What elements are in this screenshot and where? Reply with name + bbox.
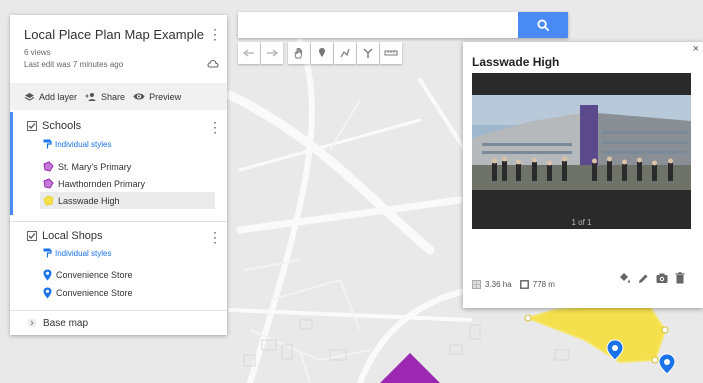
list-item[interactable]: Convenience Store bbox=[43, 266, 216, 283]
base-map-label: Base map bbox=[43, 317, 89, 329]
photo-viewer[interactable]: 1 of 1 bbox=[472, 73, 691, 229]
draw-line-icon bbox=[340, 48, 350, 58]
list-item-label: Lasswade High bbox=[58, 195, 120, 206]
redo-icon bbox=[267, 49, 278, 57]
undo-icon bbox=[243, 49, 254, 57]
individual-styles-link[interactable]: Individual styles bbox=[43, 139, 111, 149]
polygon-icon bbox=[43, 195, 54, 206]
feature-info-card: × Lasswade High 1 of 1 3.36 ha 778 m bbox=[463, 42, 703, 308]
style-bucket-icon[interactable] bbox=[618, 272, 631, 284]
perimeter-icon bbox=[519, 280, 529, 289]
share-button[interactable]: Share bbox=[85, 92, 125, 102]
base-map-toggle[interactable]: Base map bbox=[10, 310, 227, 335]
hand-icon bbox=[294, 48, 303, 59]
polygon-icon bbox=[43, 178, 54, 189]
list-item-label: Convenience Store bbox=[56, 287, 133, 298]
layer-options-icon[interactable]: ⋮ bbox=[208, 230, 222, 244]
view-count: 6 views bbox=[24, 48, 51, 57]
list-item-selected[interactable]: Lasswade High bbox=[40, 192, 215, 209]
preview-button[interactable]: Preview bbox=[133, 92, 181, 102]
layer-local-shops: Local Shops ⋮ Individual styles Convenie… bbox=[10, 221, 227, 307]
edit-pencil-icon[interactable] bbox=[638, 273, 649, 284]
camera-icon[interactable] bbox=[656, 273, 668, 284]
paint-roller-icon bbox=[43, 248, 52, 258]
individual-styles-label: Individual styles bbox=[55, 248, 112, 258]
photo-counter: 1 of 1 bbox=[571, 218, 592, 227]
map-pin-icon bbox=[43, 269, 52, 280]
active-layer-indicator bbox=[10, 112, 13, 215]
add-layer-button[interactable]: Add layer bbox=[24, 92, 77, 102]
search-input[interactable] bbox=[238, 12, 516, 38]
perimeter-value: 778 m bbox=[532, 280, 555, 289]
marker-icon bbox=[319, 48, 325, 57]
individual-styles-label: Individual styles bbox=[55, 139, 112, 149]
map-title[interactable]: Local Place Plan Map Example bbox=[24, 27, 204, 42]
close-icon[interactable]: × bbox=[693, 43, 699, 55]
undo-button[interactable] bbox=[238, 42, 260, 64]
feature-measurements: 3.36 ha 778 m bbox=[472, 280, 555, 289]
layers-icon bbox=[24, 92, 35, 101]
map-toolbar bbox=[238, 42, 403, 64]
card-actions bbox=[618, 272, 685, 284]
area-icon bbox=[472, 280, 481, 289]
map-pin-icon bbox=[43, 287, 52, 298]
list-item-label: Convenience Store bbox=[56, 269, 133, 280]
layer-name: Schools bbox=[42, 120, 82, 132]
polygon-icon bbox=[43, 161, 54, 172]
add-person-icon bbox=[85, 92, 96, 101]
directions-button[interactable] bbox=[357, 42, 379, 64]
eye-icon bbox=[133, 93, 145, 100]
layer-name: Local Shops bbox=[42, 230, 103, 242]
map-actions-bar: Add layer Share Preview bbox=[10, 83, 227, 110]
map-options-icon[interactable]: ⋮ bbox=[208, 27, 222, 41]
add-layer-label: Add layer bbox=[39, 91, 78, 102]
last-edit-text: Last edit was 7 minutes ago bbox=[24, 60, 124, 69]
paint-roller-icon bbox=[43, 139, 52, 149]
pan-hand-button[interactable] bbox=[288, 42, 310, 64]
expand-arrow-icon bbox=[27, 318, 37, 328]
add-marker-button[interactable] bbox=[311, 42, 333, 64]
directions-icon bbox=[363, 48, 373, 58]
layer-header[interactable]: Local Shops bbox=[27, 230, 103, 242]
search-bar bbox=[238, 12, 568, 38]
delete-trash-icon[interactable] bbox=[675, 272, 685, 284]
list-item-label: Hawthornden Primary bbox=[58, 178, 146, 189]
cloud-saved-icon bbox=[207, 59, 219, 68]
individual-styles-link[interactable]: Individual styles bbox=[43, 248, 111, 258]
feature-title: Lasswade High bbox=[472, 55, 560, 69]
list-item[interactable]: St. Mary's Primary bbox=[43, 158, 216, 175]
list-item[interactable]: Convenience Store bbox=[43, 284, 216, 301]
draw-line-button[interactable] bbox=[334, 42, 356, 64]
area-value: 3.36 ha bbox=[485, 280, 512, 289]
map-legend-panel: Local Place Plan Map Example ⋮ 6 views L… bbox=[10, 15, 227, 335]
preview-label: Preview bbox=[149, 91, 182, 102]
list-item[interactable]: Hawthornden Primary bbox=[43, 175, 216, 192]
school-photo bbox=[472, 73, 691, 213]
layer-header[interactable]: Schools bbox=[27, 120, 81, 132]
layer-options-icon[interactable]: ⋮ bbox=[208, 120, 222, 134]
search-button[interactable] bbox=[518, 12, 568, 38]
checkbox-checked-icon[interactable] bbox=[27, 231, 37, 241]
list-item-label: St. Mary's Primary bbox=[58, 161, 132, 172]
layer-schools: Schools ⋮ Individual styles St. Mary's P… bbox=[10, 112, 227, 215]
share-label: Share bbox=[101, 91, 126, 102]
measure-button[interactable] bbox=[380, 42, 402, 64]
checkbox-checked-icon[interactable] bbox=[27, 121, 37, 131]
redo-button[interactable] bbox=[261, 42, 283, 64]
ruler-icon bbox=[384, 50, 398, 56]
search-icon bbox=[536, 18, 549, 31]
